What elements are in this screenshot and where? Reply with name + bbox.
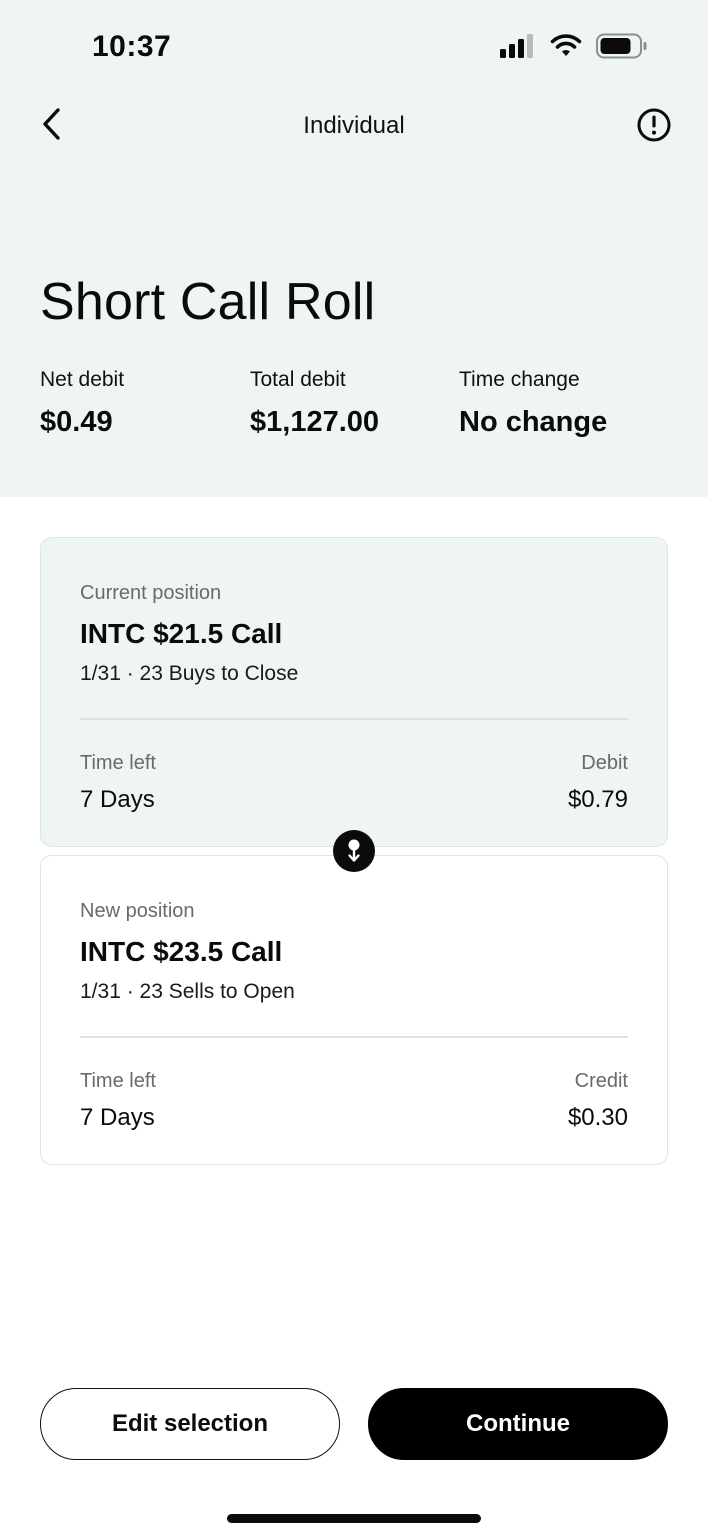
- current-position-caption: Current position: [80, 582, 222, 604]
- time-change-label: Time change: [459, 368, 580, 391]
- total-debit-stat: Total debit $1,127.00: [250, 368, 379, 439]
- home-indicator[interactable]: [227, 1514, 481, 1523]
- new-position-detail: 1/31 · 23 Sells to Open: [80, 980, 295, 1003]
- status-time: 10:37: [92, 30, 172, 63]
- new-position-caption: New position: [80, 900, 195, 922]
- debit-value: $0.79: [567, 786, 628, 813]
- net-debit-value: $0.49: [40, 406, 113, 438]
- arrow-down-glyph: [348, 839, 360, 862]
- current-position-card: Current position INTC $21.5 Call 1/31 · …: [40, 537, 668, 847]
- divider: [80, 1036, 628, 1038]
- wifi-icon: [550, 34, 582, 56]
- edit-selection-button[interactable]: Edit selection: [40, 1388, 340, 1460]
- new-position-card: New position INTC $23.5 Call 1/31 · 23 S…: [40, 855, 668, 1165]
- page-title: Short Call Roll: [40, 273, 376, 331]
- current-time-left-value: 7 Days: [80, 786, 155, 813]
- continue-button[interactable]: Continue: [368, 1388, 668, 1460]
- account-title: Individual: [303, 112, 405, 139]
- new-time-left-label: Time left: [80, 1070, 156, 1092]
- credit-value: $0.30: [567, 1104, 628, 1131]
- battery-icon: [596, 33, 647, 59]
- new-time-left-value: 7 Days: [80, 1104, 155, 1131]
- time-change-value: No change: [459, 406, 608, 438]
- debit-label: Debit: [581, 752, 628, 774]
- status-icons: [500, 33, 648, 59]
- current-time-left-label: Time left: [80, 752, 156, 774]
- net-debit-stat: Net debit $0.49: [40, 368, 124, 439]
- cellular-signal-icon: [500, 34, 533, 58]
- net-debit-label: Net debit: [40, 368, 125, 391]
- total-debit-value: $1,127.00: [250, 406, 380, 438]
- current-position-symbol: INTC $21.5 Call: [80, 618, 283, 649]
- new-position-symbol: INTC $23.5 Call: [80, 936, 283, 967]
- credit-label: Credit: [574, 1070, 628, 1092]
- exclamation-circle-icon[interactable]: [636, 107, 672, 143]
- divider: [80, 718, 628, 720]
- header-panel: 10:37 Individual Short Call Roll Net deb…: [0, 0, 708, 497]
- current-position-detail: 1/31 · 23 Buys to Close: [80, 662, 299, 685]
- arrow-down-icon: [333, 830, 375, 872]
- time-change-stat: Time change No change: [459, 368, 607, 439]
- total-debit-label: Total debit: [250, 368, 346, 391]
